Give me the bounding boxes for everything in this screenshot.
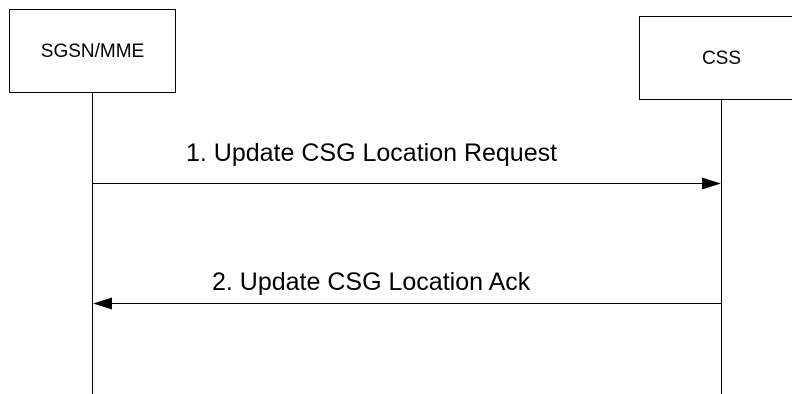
participant-label-sgsn-mme: SGSN/MME	[41, 41, 144, 62]
participant-sgsn-mme: SGSN/MME	[9, 9, 176, 93]
participant-css: CSS	[639, 16, 792, 100]
sequence-diagram: SGSN/MME CSS 1. Update CSG Location Requ…	[9, 9, 792, 394]
message-1-label: 1. Update CSG Location Request	[186, 139, 557, 167]
message-2-label: 2. Update CSG Location Ack	[212, 268, 531, 296]
message-2: 2. Update CSG Location Ack	[93, 268, 722, 310]
message-2-arrowhead-left	[93, 297, 112, 310]
message-1: 1. Update CSG Location Request	[92, 139, 721, 190]
participant-label-css: CSS	[702, 48, 741, 69]
message-1-arrowhead-right	[702, 177, 721, 190]
